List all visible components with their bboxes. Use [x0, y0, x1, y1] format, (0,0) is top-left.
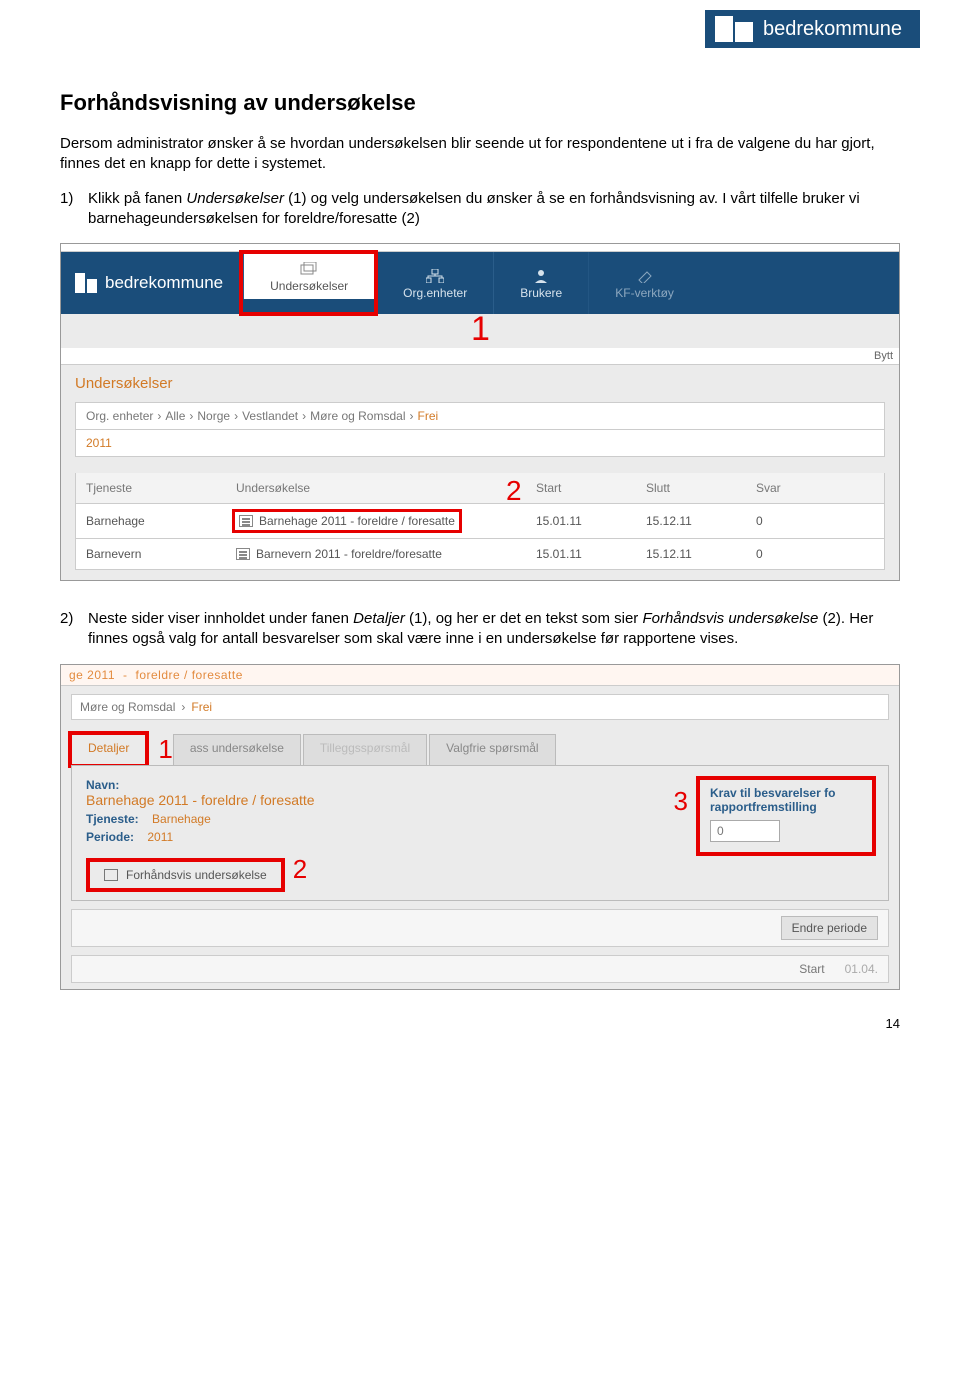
panel-title: Undersøkelser: [75, 375, 885, 392]
requirement-box: Krav til besvarelser forapportfremstilli…: [696, 776, 876, 857]
tab-kfverktoy[interactable]: KF-verktøy: [588, 252, 700, 314]
breadcrumb[interactable]: Org. enheter› Alle› Norge› Vestlandet› M…: [75, 402, 885, 430]
org-icon: [426, 269, 444, 283]
requirement-input[interactable]: [710, 820, 780, 842]
table-row[interactable]: Barnehage Barnehage 2011 - foreldre / fo…: [75, 504, 885, 539]
page-number: 14: [60, 1016, 900, 1031]
requirement-label: Krav til besvarelser forapportfremstilli…: [710, 786, 862, 815]
highlight-box-2: Barnehage 2011 - foreldre / foresatte: [232, 509, 462, 533]
bottom-row: Endre periode: [71, 909, 889, 947]
document-icon: [236, 548, 250, 560]
edit-icon: [104, 869, 118, 881]
detail-pane: 3 Krav til besvarelser forapportfremstil…: [71, 765, 889, 901]
marker-2: 2: [506, 475, 522, 507]
tab-detaljer[interactable]: Detaljer: [71, 734, 146, 765]
highlight-box-1: Undersøkelser: [239, 250, 378, 316]
marker-2: 2: [293, 854, 307, 885]
tab-tillegg[interactable]: Tilleggsspørsmål: [303, 734, 427, 765]
step-2-number: 2): [60, 609, 73, 629]
start-cell: Start 01.04.: [799, 962, 878, 976]
page-title: Forhåndsvisning av undersøkelse: [60, 90, 900, 116]
tab-undersokelser[interactable]: Undersøkelser: [243, 254, 374, 299]
preview-link[interactable]: Forhåndsvis undersøkelse: [86, 858, 285, 892]
screenshot-1: bedrekommune Undersøkelser Org.enheter B…: [60, 243, 900, 581]
breadcrumb[interactable]: Møre og Romsdal› Frei: [71, 694, 889, 720]
step-1-number: 1): [60, 189, 73, 209]
wrench-icon: [636, 269, 654, 283]
tab-brukere[interactable]: Brukere: [493, 252, 588, 314]
table-header: Tjeneste Undersøkelse2 Start Slutt Svar: [75, 473, 885, 504]
survey-link[interactable]: Barnevern 2011 - foreldre/foresatte: [236, 547, 536, 561]
marker-1: 1: [158, 734, 172, 765]
table-row[interactable]: Barnevern Barnevern 2011 - foreldre/fore…: [75, 539, 885, 570]
screenshot-2: ge 2011-foreldre / foresatte Møre og Rom…: [60, 664, 900, 990]
buildings-icon: [715, 16, 753, 42]
top-strip: ge 2011-foreldre / foresatte: [61, 665, 899, 686]
app-brand: bedrekommune: [61, 252, 241, 314]
buildings-icon: [75, 273, 97, 293]
bytt-link[interactable]: Bytt: [61, 348, 899, 365]
tab-orgenheter[interactable]: Org.enheter: [376, 252, 493, 314]
marker-3: 3: [674, 786, 688, 817]
survey-link[interactable]: Barnehage 2011 - foreldre / foresatte: [236, 512, 536, 530]
cards-icon: [300, 262, 318, 276]
step-1: 1) Klikk på fanen Undersøkelser (1) og v…: [88, 189, 900, 230]
detail-tabs: Detaljer 1 ass undersøkelse Tilleggsspør…: [71, 734, 889, 765]
app-navbar: bedrekommune Undersøkelser Org.enheter B…: [61, 252, 899, 314]
tab-tilpass[interactable]: ass undersøkelse: [173, 734, 301, 765]
document-icon: [239, 515, 253, 527]
brand-text: bedrekommune: [763, 18, 902, 41]
endre-periode-button[interactable]: Endre periode: [781, 916, 878, 940]
user-icon: [532, 269, 550, 283]
tab-valgfrie[interactable]: Valgfrie spørsmål: [429, 734, 555, 765]
intro-paragraph: Dersom administrator ønsker å se hvordan…: [60, 134, 900, 175]
marker-1: 1: [471, 312, 960, 346]
step-2: 2) Neste sider viser innholdet under fan…: [88, 609, 900, 650]
brand-header: bedrekommune: [705, 10, 920, 48]
year-filter[interactable]: 2011: [75, 430, 885, 457]
